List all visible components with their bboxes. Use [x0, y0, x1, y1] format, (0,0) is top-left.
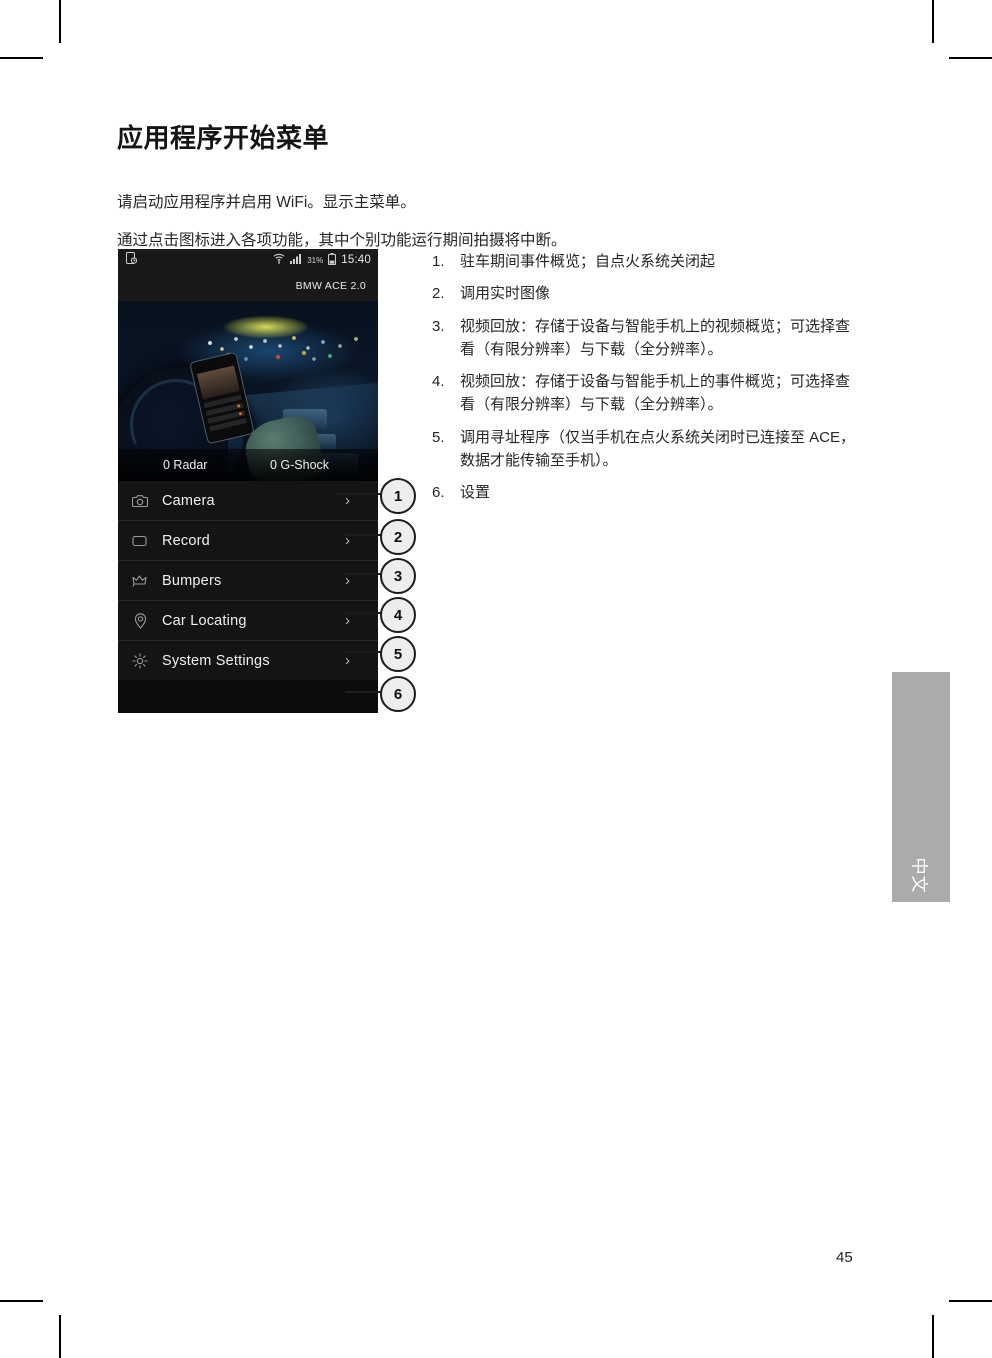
car-interior-photo: 0 Radar 0 G-Shock: [118, 301, 378, 481]
callout-number: 2: [380, 519, 416, 555]
menu-item-label: System Settings: [162, 652, 270, 669]
location-pin-icon: [118, 612, 162, 629]
wifi-icon: [273, 253, 285, 267]
note-item: 1. 驻车期间事件概览；自点火系统关闭起: [432, 250, 860, 273]
crop-mark-bottom-right-horizontal: [949, 1300, 992, 1302]
note-text: 驻车期间事件概览；自点火系统关闭起: [460, 253, 716, 270]
bumper-crown-icon: [118, 574, 162, 588]
note-text: 调用寻址程序（仅当手机在点火系统关闭时已连接至 ACE，数据才能传输至手机）。: [460, 428, 856, 469]
note-item: 2. 调用实时图像: [432, 282, 860, 305]
signal-bars-icon: [290, 253, 302, 267]
radar-counter: 0 Radar: [163, 458, 208, 472]
note-number: 6.: [432, 484, 445, 501]
note-number: 1.: [432, 253, 445, 270]
app-title-bar: BMW ACE 2.0: [118, 271, 378, 301]
menu-item-camera[interactable]: Camera ›: [118, 481, 378, 521]
screenshot-icon: [126, 251, 138, 269]
callout-number: 4: [380, 597, 416, 633]
menu-item-system-settings[interactable]: System Settings ›: [118, 641, 378, 680]
note-number: 2.: [432, 285, 445, 303]
status-clock: 15:40: [341, 254, 371, 266]
crop-mark-top-left-vertical: [59, 0, 61, 43]
battery-percent-label: 31%: [307, 255, 324, 265]
video-record-icon: [118, 534, 162, 547]
callout-number: 5: [380, 636, 416, 672]
chevron-right-icon: ›: [345, 652, 350, 669]
menu-item-label: Bumpers: [162, 572, 222, 589]
status-indicators: 31% 15:40: [273, 252, 371, 268]
callout-number: 1: [380, 478, 416, 514]
callout-leader-line: [345, 691, 381, 693]
note-item: 3. 视频回放：存储于设备与智能手机上的视频概览；可选择查看（有限分辨率）与下载…: [432, 315, 860, 362]
battery-icon: [328, 252, 337, 268]
callout-leader-line: [345, 612, 381, 614]
callout-leader-line: [345, 534, 381, 536]
language-side-tab-label: 中文: [909, 857, 929, 894]
page-title: 应用程序开始菜单: [117, 123, 330, 154]
notes-list: 1. 驻车期间事件概览；自点火系统关闭起 2. 调用实时图像 3. 视频回放：存…: [432, 250, 860, 513]
in-photo-phone-preview: [196, 365, 240, 400]
note-number: 3.: [432, 317, 445, 335]
note-text: 设置: [460, 484, 491, 501]
language-side-tab: 中文: [892, 672, 950, 902]
chevron-right-icon: ›: [345, 612, 350, 629]
callout-number: 6: [380, 676, 416, 712]
status-notifications: [126, 251, 138, 269]
note-text: 视频回放：存储于设备与智能手机上的视频概览；可选择查看（有限分辨率）与下载（全分…: [460, 317, 851, 358]
menu-item-label: Car Locating: [162, 612, 247, 629]
gear-icon: [118, 652, 162, 669]
menu-item-bumpers[interactable]: Bumpers ›: [118, 561, 378, 601]
menu-item-car-locating[interactable]: Car Locating ›: [118, 601, 378, 641]
intro-paragraph-1: 请启动应用程序并启用 WiFi。显示主菜单。: [117, 193, 416, 211]
callout-leader-line: [345, 573, 381, 575]
intro-paragraph-2: 通过点击图标进入各项功能，其中个别功能运行期间拍摄将中断。: [117, 231, 567, 249]
gshock-counter: 0 G-Shock: [270, 458, 330, 472]
callout-leader-line: [335, 493, 381, 495]
camera-icon: [118, 494, 162, 508]
callout-leader-line: [345, 651, 381, 653]
menu-item-record[interactable]: Record ›: [118, 521, 378, 561]
crop-mark-bottom-right-vertical: [932, 1315, 934, 1358]
note-text: 视频回放：存储于设备与智能手机上的事件概览；可选择查看（有限分辨率）与下载（全分…: [460, 373, 851, 414]
menu-item-label: Record: [162, 532, 210, 549]
note-item: 5. 调用寻址程序（仅当手机在点火系统关闭时已连接至 ACE，数据才能传输至手机…: [432, 426, 860, 473]
note-text: 调用实时图像: [460, 285, 551, 303]
phone-status-bar: 31% 15:40: [118, 249, 378, 271]
crop-mark-top-right-horizontal: [949, 57, 992, 59]
callout-number: 3: [380, 558, 416, 594]
crop-mark-top-right-vertical: [932, 0, 934, 43]
counters-bar: 0 Radar 0 G-Shock: [118, 449, 378, 481]
menu-item-label: Camera: [162, 492, 215, 509]
page-number: 45: [836, 1249, 853, 1266]
crop-mark-top-left-horizontal: [0, 57, 43, 59]
note-item: 4. 视频回放：存储于设备与智能手机上的事件概览；可选择查看（有限分辨率）与下载…: [432, 370, 860, 417]
note-item: 6. 设置: [432, 481, 860, 504]
note-number: 5.: [432, 428, 445, 446]
crop-mark-bottom-left-vertical: [59, 1315, 61, 1358]
main-menu-list: Camera › Record › Bumpers › Car Locating…: [118, 481, 378, 680]
phone-screenshot: 31% 15:40 BMW ACE 2.0 0 Radar 0 G-Shock …: [118, 249, 378, 713]
note-number: 4.: [432, 373, 445, 390]
app-title-label: BMW ACE 2.0: [295, 280, 366, 292]
crop-mark-bottom-left-horizontal: [0, 1300, 43, 1302]
